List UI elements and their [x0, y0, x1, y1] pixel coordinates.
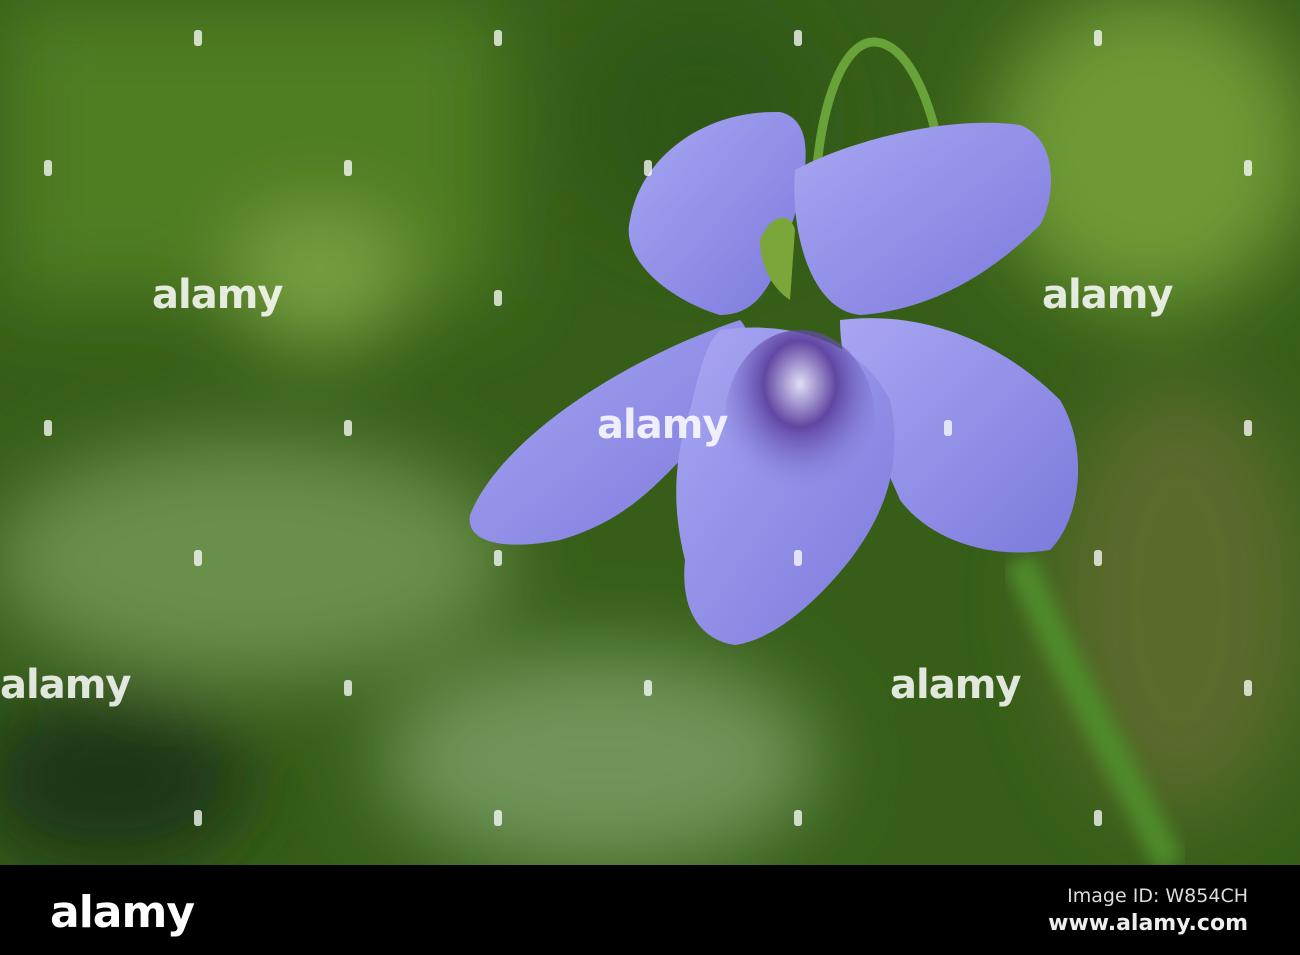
- watermark: alamy: [597, 402, 728, 448]
- watermark-mark: [344, 680, 352, 696]
- stock-photo: alamy alamy alamy alamy alamy alamy Imag…: [0, 0, 1300, 955]
- watermark-mark: [494, 30, 502, 46]
- watermark-mark: [1094, 550, 1102, 566]
- watermark-mark: [1244, 680, 1252, 696]
- watermark-mark: [794, 550, 802, 566]
- watermark-mark: [44, 160, 52, 176]
- watermark-mark: [344, 420, 352, 436]
- watermark-mark: [794, 30, 802, 46]
- watermark: alamy: [890, 662, 1021, 708]
- watermark-mark: [494, 550, 502, 566]
- watermark-mark: [344, 160, 352, 176]
- watermark-mark: [494, 290, 502, 306]
- watermark: alamy: [1042, 272, 1173, 318]
- watermark: alamy: [152, 272, 283, 318]
- watermark-mark: [194, 550, 202, 566]
- image-id: Image ID: W854CH: [1067, 885, 1248, 907]
- site-url: www.alamy.com: [1048, 911, 1248, 936]
- footer-bar: alamy Image ID: W854CH www.alamy.com: [0, 865, 1300, 955]
- watermark: alamy: [0, 662, 131, 708]
- watermark-mark: [194, 30, 202, 46]
- watermark-mark: [1094, 810, 1102, 826]
- watermark-mark: [1244, 420, 1252, 436]
- alamy-logo: alamy: [50, 887, 195, 938]
- watermark-mark: [194, 810, 202, 826]
- watermark-mark: [494, 810, 502, 826]
- watermark-mark: [644, 160, 652, 176]
- watermark-mark: [644, 680, 652, 696]
- watermark-mark: [1094, 30, 1102, 46]
- watermark-mark: [1244, 160, 1252, 176]
- watermark-mark: [794, 810, 802, 826]
- watermark-mark: [44, 420, 52, 436]
- watermark-mark: [944, 420, 952, 436]
